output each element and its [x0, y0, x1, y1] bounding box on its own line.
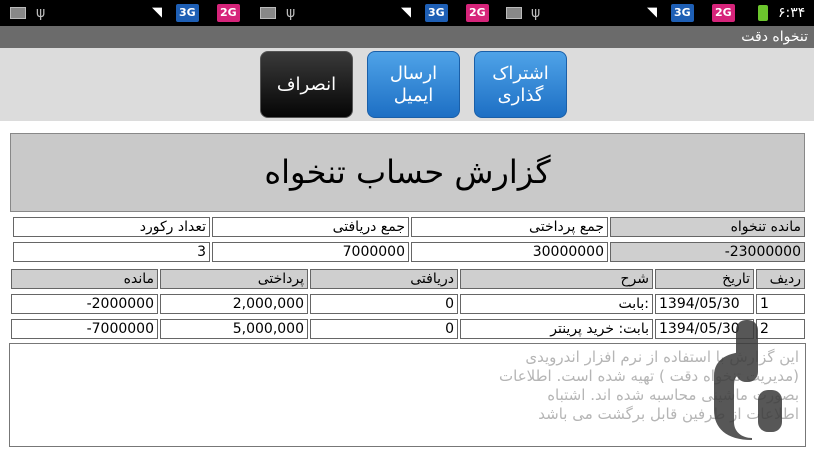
- signal-3g-badge: 3G: [176, 4, 199, 22]
- row-1-received: 0: [310, 294, 458, 314]
- summary-header-total-received: جمع دریافتی: [212, 217, 409, 237]
- signal-2g-badge: 2G: [712, 4, 735, 22]
- cancel-button[interactable]: انصراف: [260, 51, 353, 118]
- cancel-button-label: انصراف: [276, 73, 337, 95]
- battery-icon: [758, 5, 768, 21]
- row-1-date: 1394/05/30: [655, 294, 754, 314]
- report-footer: این گزارش با استفاده از نرم افزار اندروی…: [9, 343, 806, 447]
- row-1-description: بابت:: [460, 294, 653, 314]
- row-2-balance: -7000000: [11, 319, 158, 339]
- summary-value-total-paid: 30000000: [411, 242, 608, 262]
- wifi-icon: ◥: [401, 5, 411, 20]
- column-header-paid: پرداختی: [160, 269, 308, 289]
- column-header-description: شرح: [460, 269, 653, 289]
- summary-header-balance: مانده تنخواه: [610, 217, 805, 237]
- share-button-label-1: اشتراک: [492, 62, 549, 84]
- summary-value-record-count: 3: [13, 242, 210, 262]
- mail-notification-icon: [260, 7, 276, 19]
- column-header-received: دریافتی: [310, 269, 458, 289]
- signal-2g-badge: 2G: [466, 4, 489, 22]
- column-header-date: تاریخ: [655, 269, 754, 289]
- report-title: گزارش حساب تنخواه: [10, 133, 805, 212]
- share-button-label-2: گذاری: [497, 84, 544, 106]
- usb-icon: ψ: [286, 5, 296, 21]
- summary-header-total-paid: جمع پرداختی: [411, 217, 608, 237]
- summary-header-record-count: تعداد رکورد: [13, 217, 210, 237]
- mail-notification-icon: [506, 7, 522, 19]
- column-header-balance: مانده: [11, 269, 158, 289]
- signal-3g-badge: 3G: [671, 4, 694, 22]
- row-2-description: بابت: خرید پرینتر: [460, 319, 653, 339]
- mail-notification-icon: [10, 7, 26, 19]
- action-toolbar: اشتراک گذاری ارسال ایمیل انصراف: [0, 48, 814, 121]
- email-button-label-1: ارسال: [389, 62, 438, 84]
- row-1-index: 1: [756, 294, 805, 314]
- row-2-paid: 5,000,000: [160, 319, 308, 339]
- signal-3g-badge: 3G: [425, 4, 448, 22]
- wifi-icon: ◥: [152, 5, 162, 20]
- summary-value-balance: -23000000: [610, 242, 805, 262]
- row-1-paid: 2,000,000: [160, 294, 308, 314]
- app-logo-watermark: [714, 320, 782, 440]
- row-2-received: 0: [310, 319, 458, 339]
- wifi-icon: ◥: [647, 5, 657, 20]
- signal-2g-badge: 2G: [217, 4, 240, 22]
- email-button-label-2: ایمیل: [393, 84, 434, 106]
- window-title: تنخواه دقت: [0, 26, 814, 48]
- column-header-index: ردیف: [756, 269, 805, 289]
- summary-value-total-received: 7000000: [212, 242, 409, 262]
- usb-icon: ψ: [531, 5, 541, 21]
- clock: ۶:۳۴: [778, 5, 806, 21]
- status-bar: ψ ◥ 3G 2G ψ ◥ 3G 2G ψ ◥ 3G 2G ۶:۳۴: [0, 0, 814, 26]
- usb-icon: ψ: [36, 5, 46, 21]
- row-1-balance: -2000000: [11, 294, 158, 314]
- send-email-button[interactable]: ارسال ایمیل: [367, 51, 460, 118]
- share-button[interactable]: اشتراک گذاری: [474, 51, 567, 118]
